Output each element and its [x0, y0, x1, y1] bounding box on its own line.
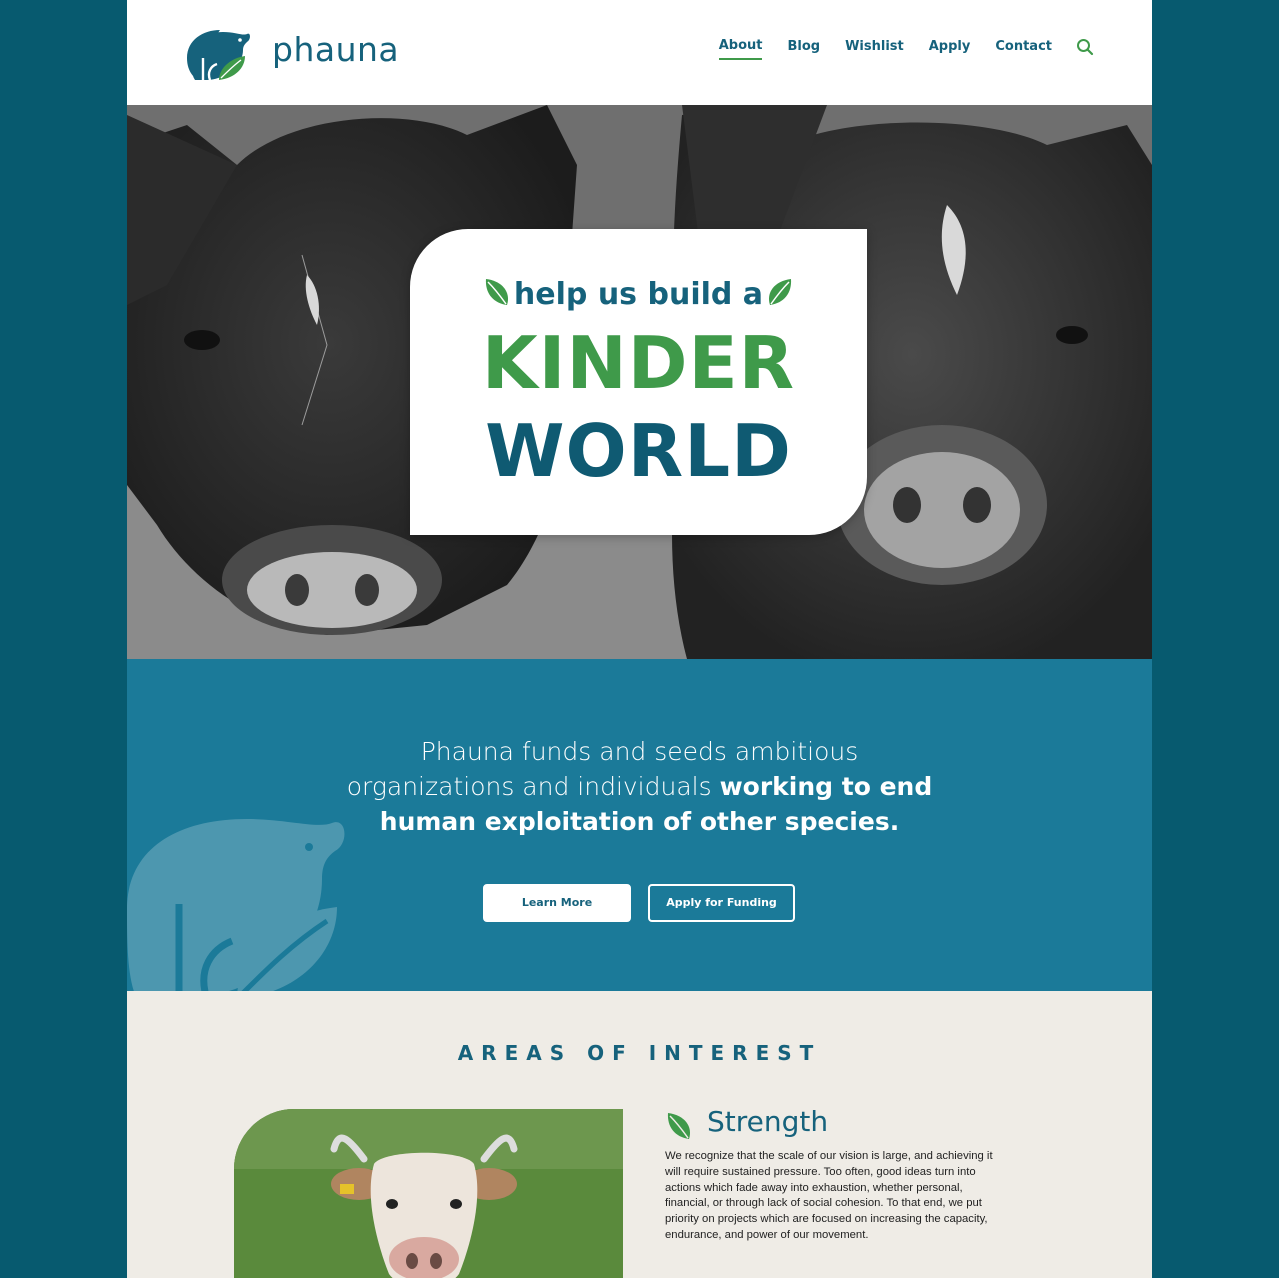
learn-more-button[interactable]: Learn More	[483, 884, 631, 922]
site-header: phauna About Blog Wishlist Apply Contact	[127, 0, 1152, 105]
mission-line-2-bold: working to end	[719, 772, 933, 801]
cow-image	[234, 1109, 623, 1278]
nav-wishlist[interactable]: Wishlist	[845, 39, 904, 59]
nav-blog[interactable]: Blog	[787, 39, 820, 59]
areas-title: AREAS OF INTEREST	[457, 1041, 822, 1065]
hero-card: help us build a KINDER WORLD	[410, 229, 867, 535]
search-icon[interactable]	[1076, 38, 1094, 56]
cow-photo	[234, 1109, 623, 1278]
nav-contact[interactable]: Contact	[995, 39, 1052, 59]
hero-banner: help us build a KINDER WORLD	[127, 105, 1152, 659]
hero-title-world: WORLD	[485, 409, 792, 493]
mission-line-3: human exploitation of other species.	[379, 807, 900, 836]
pig-leaf-logo-icon[interactable]	[185, 28, 255, 82]
hero-title-kinder: KINDER	[481, 321, 796, 405]
mission-line-1: Phauna funds and seeds ambitious	[420, 737, 859, 766]
main-nav: About Blog Wishlist Apply Contact	[694, 38, 1094, 60]
mission-line-2-regular: organizations and individuals	[346, 772, 720, 801]
mission-statement: Phauna funds and seeds ambitious organiz…	[127, 734, 1152, 839]
leaf-icon	[667, 1113, 691, 1139]
mission-line-2: organizations and individuals working to…	[127, 769, 1152, 804]
page: phauna About Blog Wishlist Apply Contact	[127, 0, 1152, 1278]
brand-name[interactable]: phauna	[272, 30, 399, 69]
area-title-strength: Strength	[707, 1105, 829, 1138]
areas-of-interest-section: AREAS OF INTEREST Strength We recognize …	[127, 991, 1152, 1278]
apply-for-funding-button[interactable]: Apply for Funding	[648, 884, 795, 922]
leaf-icon	[768, 279, 792, 305]
area-description-strength: We recognize that the scale of our visio…	[665, 1150, 993, 1241]
hero-tagline: help us build a	[513, 277, 764, 312]
nav-about[interactable]: About	[718, 38, 763, 60]
nav-apply[interactable]: Apply	[929, 39, 971, 59]
mission-section: Phauna funds and seeds ambitious organiz…	[127, 659, 1152, 991]
